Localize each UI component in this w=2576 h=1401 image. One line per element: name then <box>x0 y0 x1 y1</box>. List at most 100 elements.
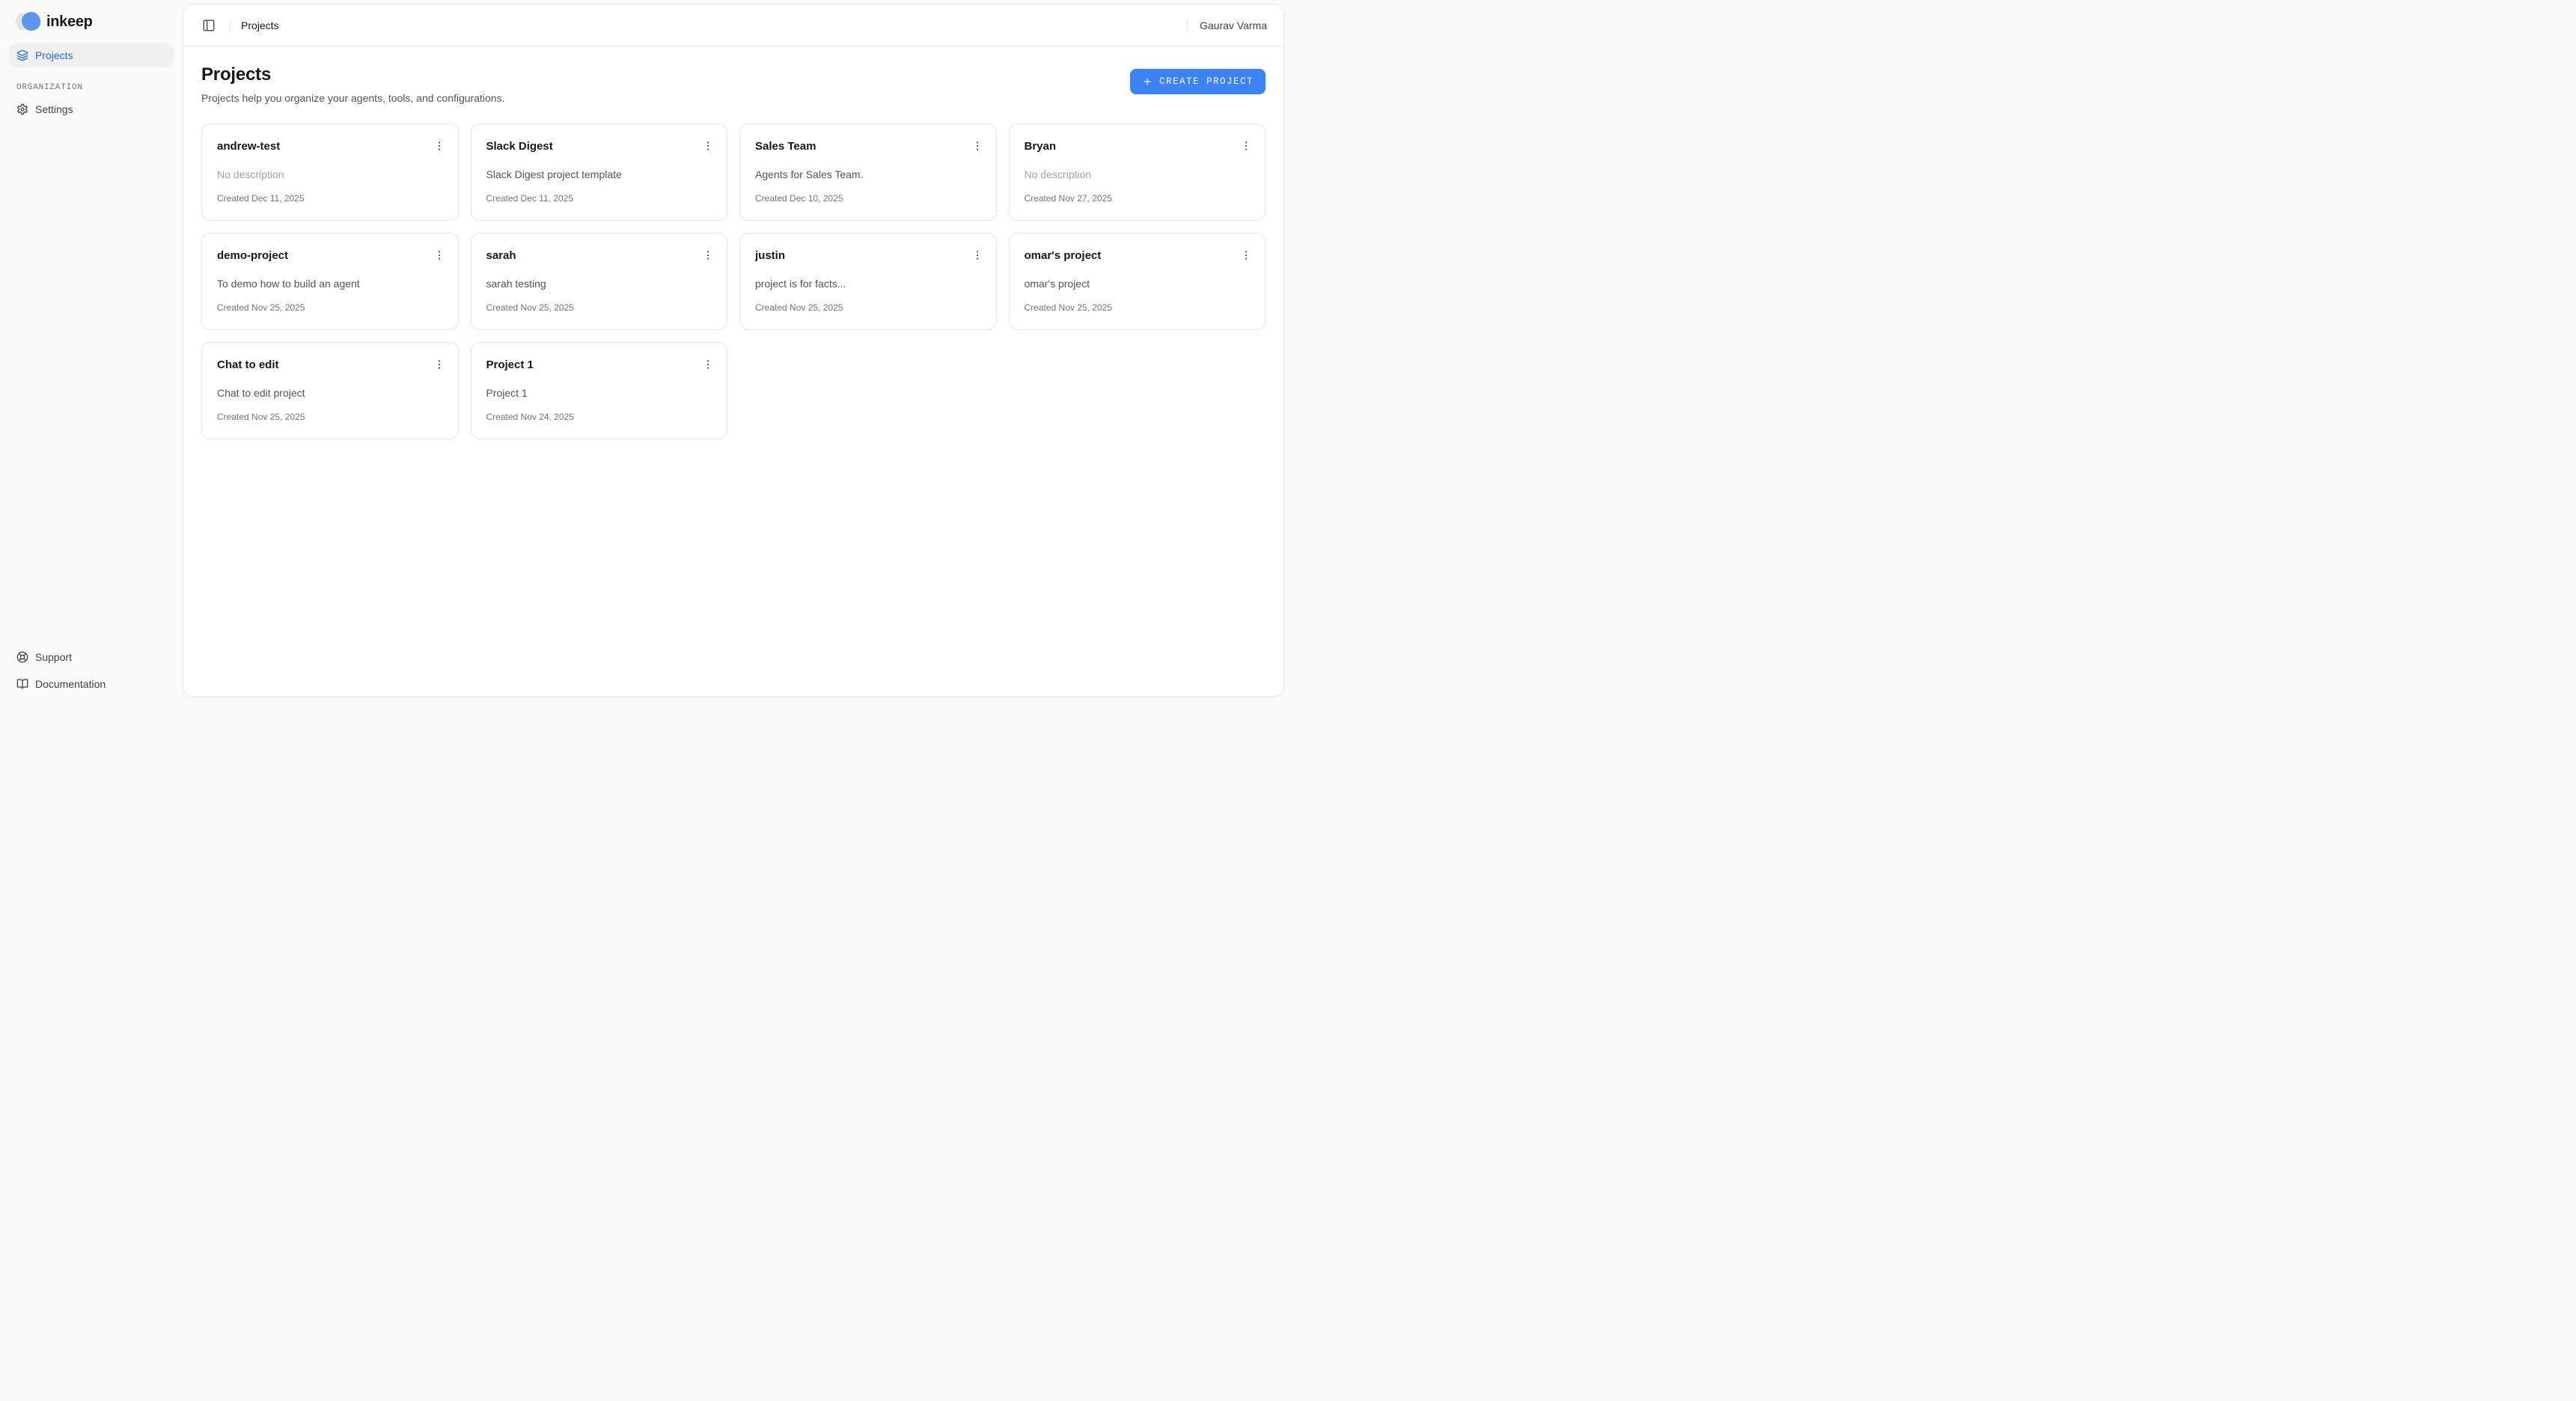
project-created-date: Created Nov 24, 2025 <box>486 412 712 422</box>
project-card-top: justin <box>755 248 981 264</box>
inkeep-logo[interactable]: inkeep <box>0 0 183 32</box>
project-menu-button[interactable] <box>699 355 717 373</box>
project-menu-button[interactable] <box>968 246 986 264</box>
more-vertical-icon <box>433 249 445 261</box>
project-created-date: Created Nov 25, 2025 <box>217 412 443 422</box>
project-card-top: omar's project <box>1025 248 1251 264</box>
more-vertical-icon <box>971 249 983 261</box>
project-name: Sales Team <box>755 139 816 154</box>
sidebar-organization-nav: Settings <box>0 97 183 121</box>
project-card[interactable]: sarah sarah testing Created Nov 25, 2025 <box>471 233 728 330</box>
project-description: sarah testing <box>486 277 712 290</box>
brand-wordmark: inkeep <box>46 13 93 31</box>
project-card-top: Sales Team <box>755 139 981 155</box>
project-card-top: Project 1 <box>486 358 712 373</box>
page-head: Projects Projects help you organize your… <box>201 64 1266 104</box>
sidebar-item-documentation[interactable]: Documentation <box>9 672 174 696</box>
project-created-date: Created Dec 10, 2025 <box>755 193 981 204</box>
project-card[interactable]: justin project is for facts... Created N… <box>739 233 997 330</box>
project-card[interactable]: Sales Team Agents for Sales Team. Create… <box>739 123 997 221</box>
project-menu-button[interactable] <box>430 137 448 155</box>
sidebar-item-support[interactable]: Support <box>9 645 174 669</box>
project-description: Project 1 <box>486 386 712 400</box>
page-title: Projects <box>201 64 504 85</box>
project-created-date: Created Nov 27, 2025 <box>1025 193 1251 204</box>
project-card[interactable]: andrew-test No description Created Dec 1… <box>201 123 459 221</box>
project-card[interactable]: Project 1 Project 1 Created Nov 24, 2025 <box>471 342 728 439</box>
header-divider <box>230 19 231 31</box>
more-vertical-icon <box>702 358 714 370</box>
project-card[interactable]: Bryan No description Created Nov 27, 202… <box>1009 123 1266 221</box>
project-name: omar's project <box>1025 248 1102 263</box>
sidebar-item-label: Support <box>35 651 72 663</box>
gear-icon <box>16 103 28 115</box>
project-description: Slack Digest project template <box>486 168 712 181</box>
sidebar-nav: Projects <box>0 43 183 67</box>
project-menu-button[interactable] <box>968 137 986 155</box>
project-card-top: demo-project <box>217 248 443 264</box>
project-description: No description <box>217 168 443 181</box>
project-description: Chat to edit project <box>217 386 443 400</box>
panel-header: Projects Gaurav Varma <box>183 4 1284 46</box>
project-description: To demo how to build an agent <box>217 277 443 290</box>
more-vertical-icon <box>702 249 714 261</box>
project-name: justin <box>755 248 785 263</box>
project-card[interactable]: demo-project To demo how to build an age… <box>201 233 459 330</box>
project-menu-button[interactable] <box>699 137 717 155</box>
sidebar-toggle-button[interactable] <box>198 15 219 36</box>
project-card-top: Slack Digest <box>486 139 712 155</box>
more-vertical-icon <box>702 140 714 152</box>
breadcrumb: Projects <box>241 19 279 31</box>
header-divider <box>1187 19 1188 31</box>
project-name: andrew-test <box>217 139 280 154</box>
project-card-top: sarah <box>486 248 712 264</box>
sidebar: inkeep Projects ORGANIZATION Settings <box>0 0 183 700</box>
sidebar-item-label: Documentation <box>35 678 106 690</box>
layers-icon <box>16 49 28 61</box>
project-menu-button[interactable] <box>430 246 448 264</box>
more-vertical-icon <box>1240 140 1252 152</box>
project-card[interactable]: Slack Digest Slack Digest project templa… <box>471 123 728 221</box>
project-created-date: Created Nov 25, 2025 <box>217 302 443 313</box>
content: Projects Projects help you organize your… <box>183 46 1284 696</box>
sidebar-item-settings[interactable]: Settings <box>9 97 174 121</box>
more-vertical-icon <box>433 358 445 370</box>
main-panel: Projects Gaurav Varma Projects Projects … <box>183 4 1284 697</box>
project-name: Slack Digest <box>486 139 553 154</box>
project-card-top: Chat to edit <box>217 358 443 373</box>
project-name: demo-project <box>217 248 288 263</box>
more-vertical-icon <box>433 140 445 152</box>
book-open-icon <box>16 678 28 690</box>
project-name: sarah <box>486 248 516 263</box>
project-name: Project 1 <box>486 358 534 373</box>
project-description: No description <box>1025 168 1251 181</box>
project-created-date: Created Nov 25, 2025 <box>1025 302 1251 313</box>
project-menu-button[interactable] <box>1237 246 1255 264</box>
project-card[interactable]: Chat to edit Chat to edit project Create… <box>201 342 459 439</box>
project-created-date: Created Nov 25, 2025 <box>486 302 712 313</box>
life-buoy-icon <box>16 651 28 663</box>
user-menu[interactable]: Gaurav Varma <box>1198 16 1269 34</box>
project-menu-button[interactable] <box>1237 137 1255 155</box>
project-card-top: Bryan <box>1025 139 1251 155</box>
project-card[interactable]: omar's project omar's project Created No… <box>1009 233 1266 330</box>
project-created-date: Created Dec 11, 2025 <box>217 193 443 204</box>
sidebar-item-label: Projects <box>35 49 73 61</box>
panel-left-icon <box>202 19 216 32</box>
project-menu-button[interactable] <box>699 246 717 264</box>
sidebar-item-label: Settings <box>35 103 73 115</box>
create-project-label: CREATE PROJECT <box>1159 76 1254 87</box>
project-card-top: andrew-test <box>217 139 443 155</box>
more-vertical-icon <box>1240 249 1252 261</box>
page-head-text: Projects Projects help you organize your… <box>201 64 504 104</box>
projects-grid: andrew-test No description Created Dec 1… <box>201 123 1266 439</box>
project-menu-button[interactable] <box>430 355 448 373</box>
create-project-button[interactable]: CREATE PROJECT <box>1130 69 1266 94</box>
inkeep-blob-icon <box>15 11 41 32</box>
project-description: Agents for Sales Team. <box>755 168 981 181</box>
more-vertical-icon <box>971 140 983 152</box>
sidebar-section-organization: ORGANIZATION <box>0 83 183 92</box>
project-created-date: Created Dec 11, 2025 <box>486 193 712 204</box>
page-subtitle: Projects help you organize your agents, … <box>201 92 504 104</box>
sidebar-item-projects[interactable]: Projects <box>9 43 174 67</box>
